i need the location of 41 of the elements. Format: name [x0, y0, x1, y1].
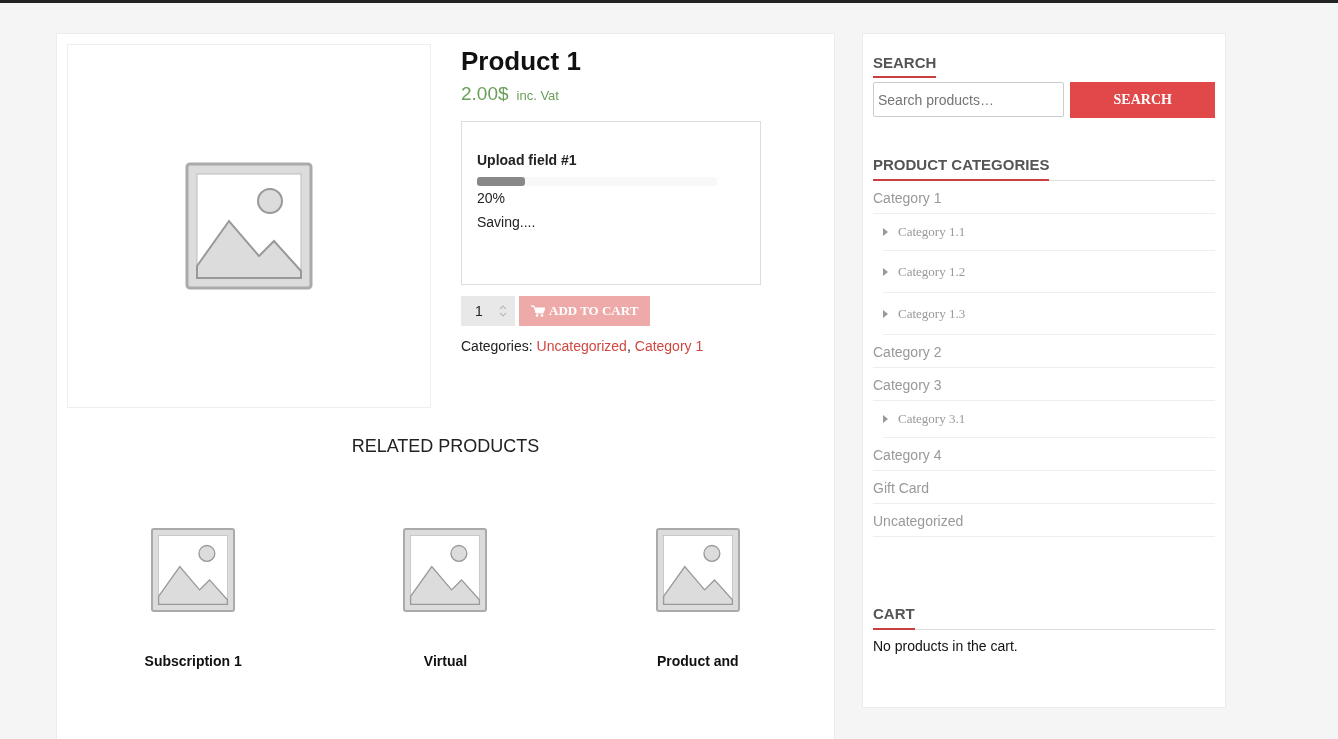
caret-icon — [883, 267, 888, 276]
category-link[interactable]: Category 1 — [634, 338, 704, 354]
separator-comma: , — [626, 338, 631, 354]
caret-icon — [883, 228, 888, 236]
image-placeholder-icon — [150, 527, 237, 613]
categories-label: Categories: — [461, 338, 533, 354]
subcategory-item[interactable]: Category 1.3 — [898, 305, 966, 322]
product-price: 2.00$ — [461, 83, 509, 105]
widget-title: CART — [873, 605, 1215, 630]
subcategory-item[interactable]: Category 1.1 — [898, 224, 966, 240]
upload-percent: 20% — [477, 190, 507, 206]
related-products-heading: RELATED PRODUCTS — [350, 436, 541, 457]
quantity-field[interactable]: 1 — [461, 296, 515, 326]
caret-icon — [883, 309, 888, 318]
product-name-link[interactable]: Virtual — [423, 653, 468, 669]
image-placeholder-icon — [184, 161, 314, 291]
upload-label: Upload field #1 — [477, 152, 578, 168]
category-item[interactable]: Uncategorized — [873, 513, 964, 529]
product-name-link[interactable]: Product and — [657, 653, 739, 669]
category-item[interactable]: Category 2 — [873, 344, 942, 360]
cart-icon — [531, 305, 545, 317]
caret-icon — [883, 415, 888, 423]
subcategory-item[interactable]: Category 3.1 — [898, 411, 966, 427]
category-item[interactable]: Category 3 — [873, 377, 942, 393]
widget-title: SEARCH — [873, 54, 937, 78]
category-link[interactable]: Uncategorized — [536, 338, 627, 354]
stepper-icon — [499, 304, 507, 318]
price-suffix: inc. Vat — [516, 88, 559, 103]
category-item[interactable]: Category 4 — [873, 447, 942, 463]
empty-cart-message: No products in the cart. — [873, 638, 1019, 654]
product-name-link[interactable]: Subscription 1 — [144, 653, 242, 669]
search-field[interactable]: Search products… — [873, 82, 1065, 117]
category-item[interactable]: Gift Card — [873, 480, 929, 496]
upload-status: Saving.... — [477, 214, 537, 230]
search-button[interactable]: SEARCH — [1070, 82, 1215, 118]
image-placeholder-icon — [654, 527, 741, 613]
product-title: Product 1 — [461, 46, 582, 77]
category-item[interactable]: Category 1 — [873, 190, 942, 206]
image-placeholder-icon — [402, 527, 489, 613]
widget-title: PRODUCT CATEGORIES — [873, 156, 1215, 181]
subcategory-item[interactable]: Category 1.2 — [898, 263, 966, 280]
